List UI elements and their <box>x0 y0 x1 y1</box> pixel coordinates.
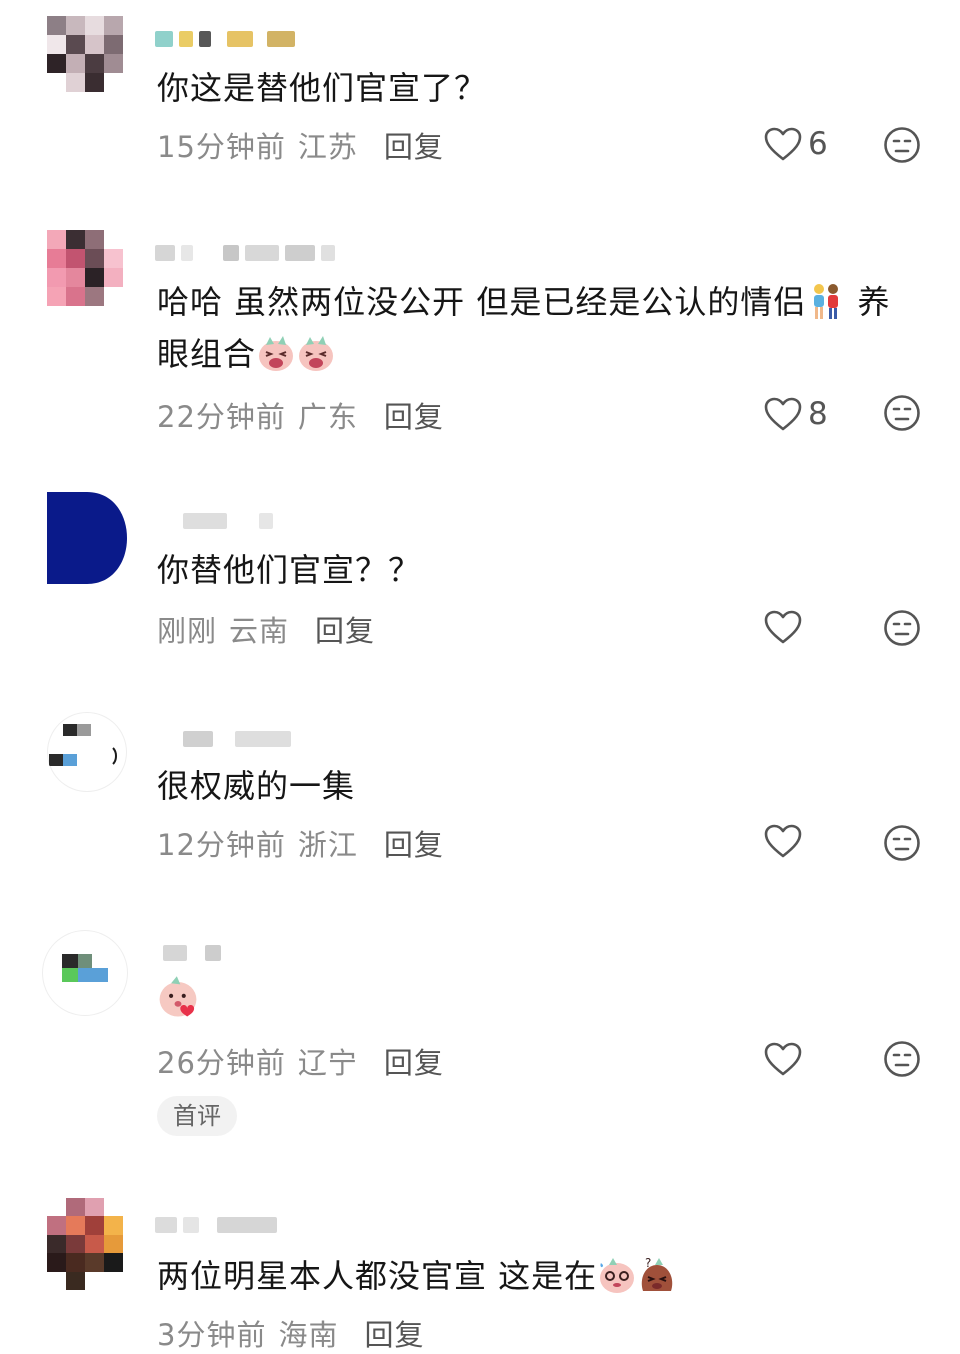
username-blurred[interactable] <box>155 1210 277 1240</box>
avatar-image <box>47 492 127 584</box>
like-button[interactable] <box>764 610 808 644</box>
neutral-face-icon[interactable] <box>883 609 921 647</box>
neutral-face-icon[interactable] <box>883 824 921 862</box>
sweating-pig-emoji-icon <box>600 1258 635 1293</box>
comment-text: 你这是替他们官宣了？ <box>157 69 488 107</box>
avatar[interactable] <box>47 16 123 92</box>
heart-outline-icon <box>764 1042 802 1076</box>
avatar[interactable] <box>47 712 127 792</box>
comment-text: 哈哈 虽然两位没公开 但是已经是公认的情侣 养 眼组合 <box>157 276 917 380</box>
comment-location: 海南 <box>278 1318 339 1352</box>
like-count: 8 <box>808 396 828 432</box>
avatar[interactable] <box>47 492 127 584</box>
comment-text: 很权威的一集 <box>157 767 356 805</box>
avatar-image <box>49 724 117 766</box>
like-button[interactable] <box>764 1042 808 1076</box>
reply-button[interactable]: 回复 <box>384 828 444 862</box>
like-button[interactable] <box>764 824 808 858</box>
neutral-face-icon[interactable] <box>883 1040 921 1078</box>
comment-time: 26分钟前 <box>157 1046 286 1080</box>
kiss-pig-emoji-icon <box>159 976 197 1017</box>
username-blurred[interactable] <box>155 938 221 968</box>
comment-text-line2: 眼组合 <box>157 335 257 373</box>
first-comment-badge: 首评 <box>157 1096 237 1136</box>
comment-meta: 12分钟前 浙江 回复 <box>157 822 444 864</box>
svg-text:?: ? <box>645 1256 652 1270</box>
comment-time: 12分钟前 <box>157 828 286 862</box>
comment-meta: 15分钟前 江苏 回复 <box>157 124 444 166</box>
laughing-pig-emoji-icon <box>259 336 294 371</box>
like-button[interactable]: 6 <box>764 126 828 162</box>
comment-location: 云南 <box>229 614 290 648</box>
couple-emoji-icon <box>814 284 839 319</box>
comment-location: 辽宁 <box>297 1046 358 1080</box>
comment-location: 浙江 <box>297 828 358 862</box>
comment-meta: 3分钟前 海南 回复 <box>157 1312 424 1354</box>
comment-time: 刚刚 <box>157 614 218 648</box>
comment-location: 江苏 <box>297 130 358 164</box>
reply-button[interactable]: 回复 <box>384 130 444 164</box>
reply-button[interactable]: 回复 <box>315 614 375 648</box>
reply-button[interactable]: 回复 <box>384 400 444 434</box>
username-blurred[interactable] <box>155 506 273 536</box>
comment-location: 广东 <box>297 400 358 434</box>
comment-text: 两位明星本人都没官宣 这是在 ? <box>157 1250 917 1302</box>
comment-time: 22分钟前 <box>157 400 286 434</box>
comment-meta: 22分钟前 广东 回复 <box>157 394 444 436</box>
like-count: 6 <box>808 126 828 162</box>
comment-text-tail: 养 <box>846 283 891 321</box>
heart-outline-icon <box>764 824 802 858</box>
avatar-image <box>62 954 108 982</box>
reply-button[interactable]: 回复 <box>384 1046 444 1080</box>
username-blurred[interactable] <box>155 24 295 54</box>
comment-time: 15分钟前 <box>157 130 286 164</box>
like-button[interactable]: 8 <box>764 396 828 432</box>
comment-text: 你替他们官宣？？ <box>157 551 422 589</box>
confused-pig-emoji-icon: ? <box>641 1256 673 1291</box>
laughing-pig-emoji-icon <box>299 336 334 371</box>
avatar[interactable] <box>47 1198 123 1290</box>
neutral-face-icon[interactable] <box>883 126 921 164</box>
heart-outline-icon <box>764 610 802 644</box>
comment-text-line1: 哈哈 虽然两位没公开 但是已经是公认的情侣 <box>157 283 807 321</box>
neutral-face-icon[interactable] <box>883 394 921 432</box>
comment-time: 3分钟前 <box>157 1318 267 1352</box>
comment-list: 你这是替他们官宣了？ 15分钟前 江苏 回复 6 哈哈 虽然两位没公开 但是已经是公 <box>0 0 960 1353</box>
username-blurred[interactable] <box>155 238 335 268</box>
comment-text-line1: 两位明星本人都没官宣 这是在 <box>157 1257 598 1295</box>
avatar[interactable] <box>42 930 128 1016</box>
comment-meta: 刚刚 云南 回复 <box>157 608 375 650</box>
avatar[interactable] <box>47 230 123 306</box>
heart-outline-icon <box>764 397 802 431</box>
heart-outline-icon <box>764 127 802 161</box>
comment-meta: 26分钟前 辽宁 回复 <box>157 1040 444 1082</box>
reply-button[interactable]: 回复 <box>364 1318 424 1352</box>
username-blurred[interactable] <box>155 724 291 754</box>
